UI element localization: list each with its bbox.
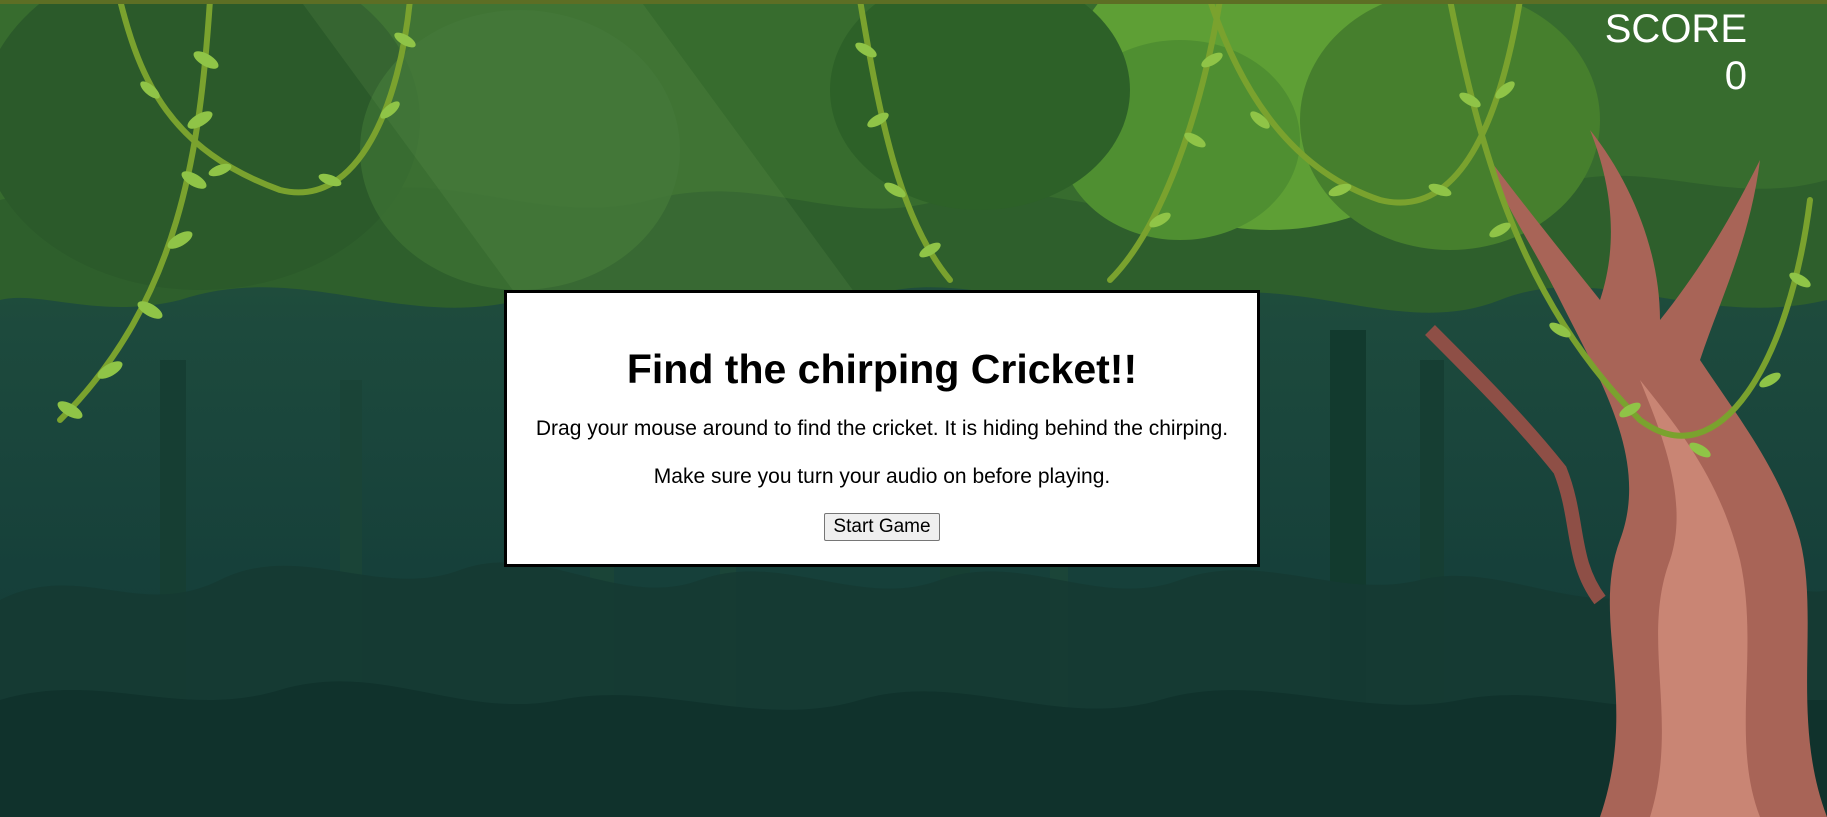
instruction-text: Drag your mouse around to find the crick… [535,417,1229,440]
start-game-button[interactable]: Start Game [824,513,940,541]
intro-dialog: Find the chirping Cricket!! Drag your mo… [504,290,1260,567]
score-label: SCORE [1604,7,1747,51]
score-value: 0 [1724,54,1747,98]
audio-note-text: Make sure you turn your audio on before … [653,465,1111,488]
score-display: SCORE 0 [1605,6,1747,100]
game-scene[interactable]: SCORE 0 Find the chirping Cricket!! Drag… [0,0,1827,817]
top-border [0,0,1827,4]
dialog-title: Find the chirping Cricket!! [626,346,1138,392]
